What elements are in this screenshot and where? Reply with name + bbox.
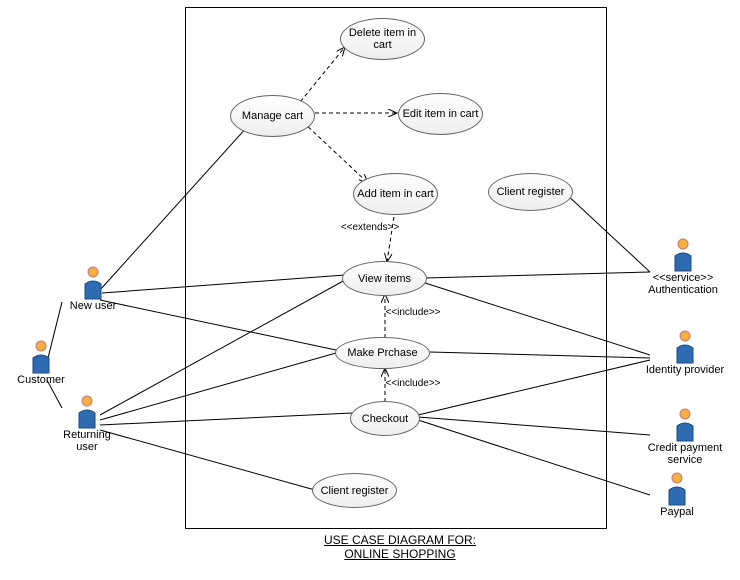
uc-add-item[interactable]: Add item in cart [353, 173, 438, 215]
uc-checkout[interactable]: Checkout [350, 401, 420, 436]
person-icon [673, 330, 697, 364]
uc-delete-item[interactable]: Delete item in cart [340, 18, 425, 60]
uc-manage-cart[interactable]: Manage cart [230, 95, 315, 137]
title-line1: USE CASE DIAGRAM FOR: [310, 533, 490, 547]
person-icon [29, 340, 53, 374]
uc-make-purchase[interactable]: Make Prchase [335, 337, 430, 369]
uc-label: Client register [321, 485, 389, 497]
title-line2: ONLINE SHOPPING [310, 547, 490, 561]
actor-returning-user[interactable]: Returning user [52, 395, 122, 453]
uc-client-register-bottom[interactable]: Client register [312, 473, 397, 508]
diagram-title: USE CASE DIAGRAM FOR: ONLINE SHOPPING [310, 533, 490, 561]
uc-label: Make Prchase [347, 347, 417, 359]
person-icon [75, 395, 99, 429]
uc-label: Delete item in cart [343, 27, 422, 51]
include-label-2: <<include>> [378, 378, 448, 389]
uc-client-register-top[interactable]: Client register [488, 173, 573, 211]
actor-credit-payment[interactable]: Credit payment service [638, 408, 732, 466]
person-icon [673, 408, 697, 442]
actor-identity-provider[interactable]: Identity provider [640, 330, 730, 376]
uc-label: Checkout [362, 413, 408, 425]
include-label-1: <<include>> [378, 307, 448, 318]
extends-label: <<extends>> [335, 222, 405, 233]
diagram-canvas: Manage cart Delete item in cart Edit ite… [0, 0, 740, 580]
uc-label: Client register [497, 186, 565, 198]
uc-view-items[interactable]: View items [342, 261, 427, 296]
actor-label: Returning user [52, 429, 122, 453]
actor-label: New user [58, 300, 128, 312]
person-icon [81, 266, 105, 300]
uc-label: Edit item in cart [403, 108, 479, 120]
uc-label: Manage cart [242, 110, 303, 122]
person-icon [665, 472, 689, 506]
actor-label: Identity provider [640, 364, 730, 376]
uc-label: View items [358, 273, 411, 285]
actor-label: Credit payment service [638, 442, 732, 466]
actor-authentication[interactable]: <<service>> Authentication [642, 238, 724, 296]
actor-label: Customer [6, 374, 76, 386]
actor-new-user[interactable]: New user [58, 266, 128, 312]
uc-label: Add item in cart [357, 188, 433, 200]
actor-label: Authentication [642, 284, 724, 296]
person-icon [671, 238, 695, 272]
actor-customer[interactable]: Customer [6, 340, 76, 386]
uc-edit-item[interactable]: Edit item in cart [398, 93, 483, 135]
actor-paypal[interactable]: Paypal [642, 472, 712, 518]
actor-label: Paypal [642, 506, 712, 518]
actor-stereotype: <<service>> [642, 272, 724, 284]
